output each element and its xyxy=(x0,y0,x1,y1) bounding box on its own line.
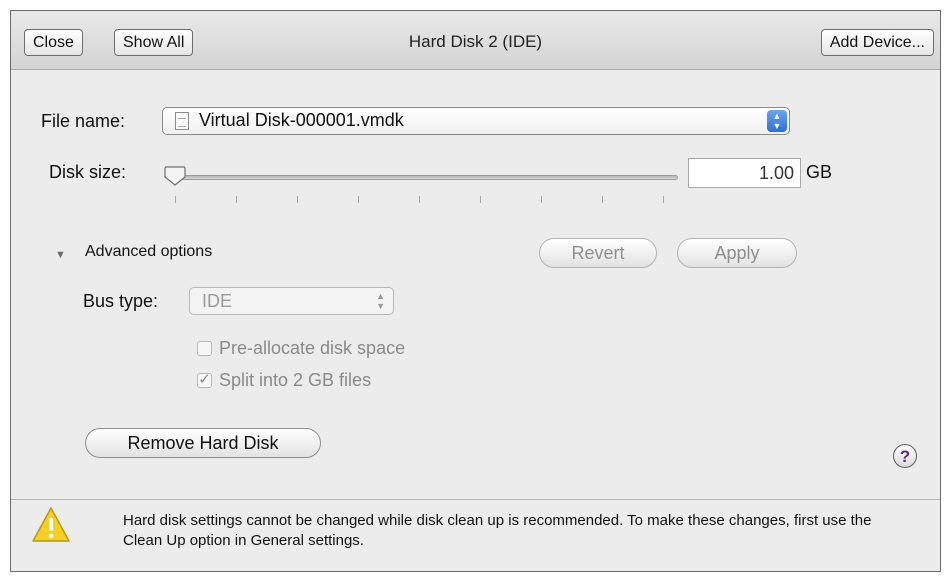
disk-size-slider-thumb[interactable] xyxy=(163,165,187,187)
window-title: Hard Disk 2 (IDE) xyxy=(408,32,543,51)
slider-tick xyxy=(358,196,359,203)
file-name-popup[interactable]: Virtual Disk-000001.vmdk ▲ ▼ xyxy=(162,107,790,135)
add-device-button[interactable]: Add Device... xyxy=(820,29,934,56)
help-icon[interactable]: ? xyxy=(893,444,917,468)
slider-tick xyxy=(297,196,298,203)
file-name-value: Virtual Disk-000001.vmdk xyxy=(199,110,404,130)
split-files-label: Split into 2 GB files xyxy=(219,370,372,390)
checkmark-icon: ✓ xyxy=(198,371,211,388)
warning-message: Hard disk settings cannot be changed whi… xyxy=(123,512,872,549)
slider-tick xyxy=(541,196,542,203)
apply-button[interactable]: Apply xyxy=(677,238,797,268)
file-name-label: File name: xyxy=(41,111,126,131)
bus-type-label: Bus type: xyxy=(83,291,159,311)
select-arrows-icon: ▲ ▼ xyxy=(376,291,385,311)
revert-button[interactable]: Revert xyxy=(539,238,657,268)
toolbar: Close Show All Hard Disk 2 (IDE) Add Dev… xyxy=(11,11,940,70)
slider-tick xyxy=(480,196,481,203)
advanced-options-toggle[interactable]: Advanced options xyxy=(85,243,212,261)
slider-tick xyxy=(602,196,603,203)
disk-size-label: Disk size: xyxy=(49,162,127,182)
bus-type-value: IDE xyxy=(202,291,233,311)
warning-footer: Hard disk settings cannot be changed whi… xyxy=(11,499,940,571)
popup-arrows-icon: ▲ ▼ xyxy=(767,110,787,132)
disk-size-input[interactable]: 1.00 xyxy=(688,158,801,188)
document-icon xyxy=(175,112,189,130)
split-files-checkbox[interactable]: ✓ xyxy=(197,371,212,388)
settings-window: Close Show All Hard Disk 2 (IDE) Add Dev… xyxy=(10,10,941,572)
disk-size-slider-track[interactable] xyxy=(171,175,678,180)
slider-tick xyxy=(419,196,420,203)
preallocate-label: Pre-allocate disk space xyxy=(219,338,406,358)
remove-hard-disk-button[interactable]: Remove Hard Disk xyxy=(85,428,321,458)
slider-tick xyxy=(175,196,176,203)
disk-size-unit: GB xyxy=(806,162,833,182)
bus-type-select[interactable]: IDE ▲ ▼ xyxy=(189,287,394,315)
slider-tick xyxy=(236,196,237,203)
slider-tick xyxy=(663,196,664,203)
warning-icon xyxy=(32,507,70,542)
disclosure-triangle-icon[interactable]: ▼ xyxy=(55,249,66,261)
preallocate-checkbox[interactable] xyxy=(197,341,212,356)
